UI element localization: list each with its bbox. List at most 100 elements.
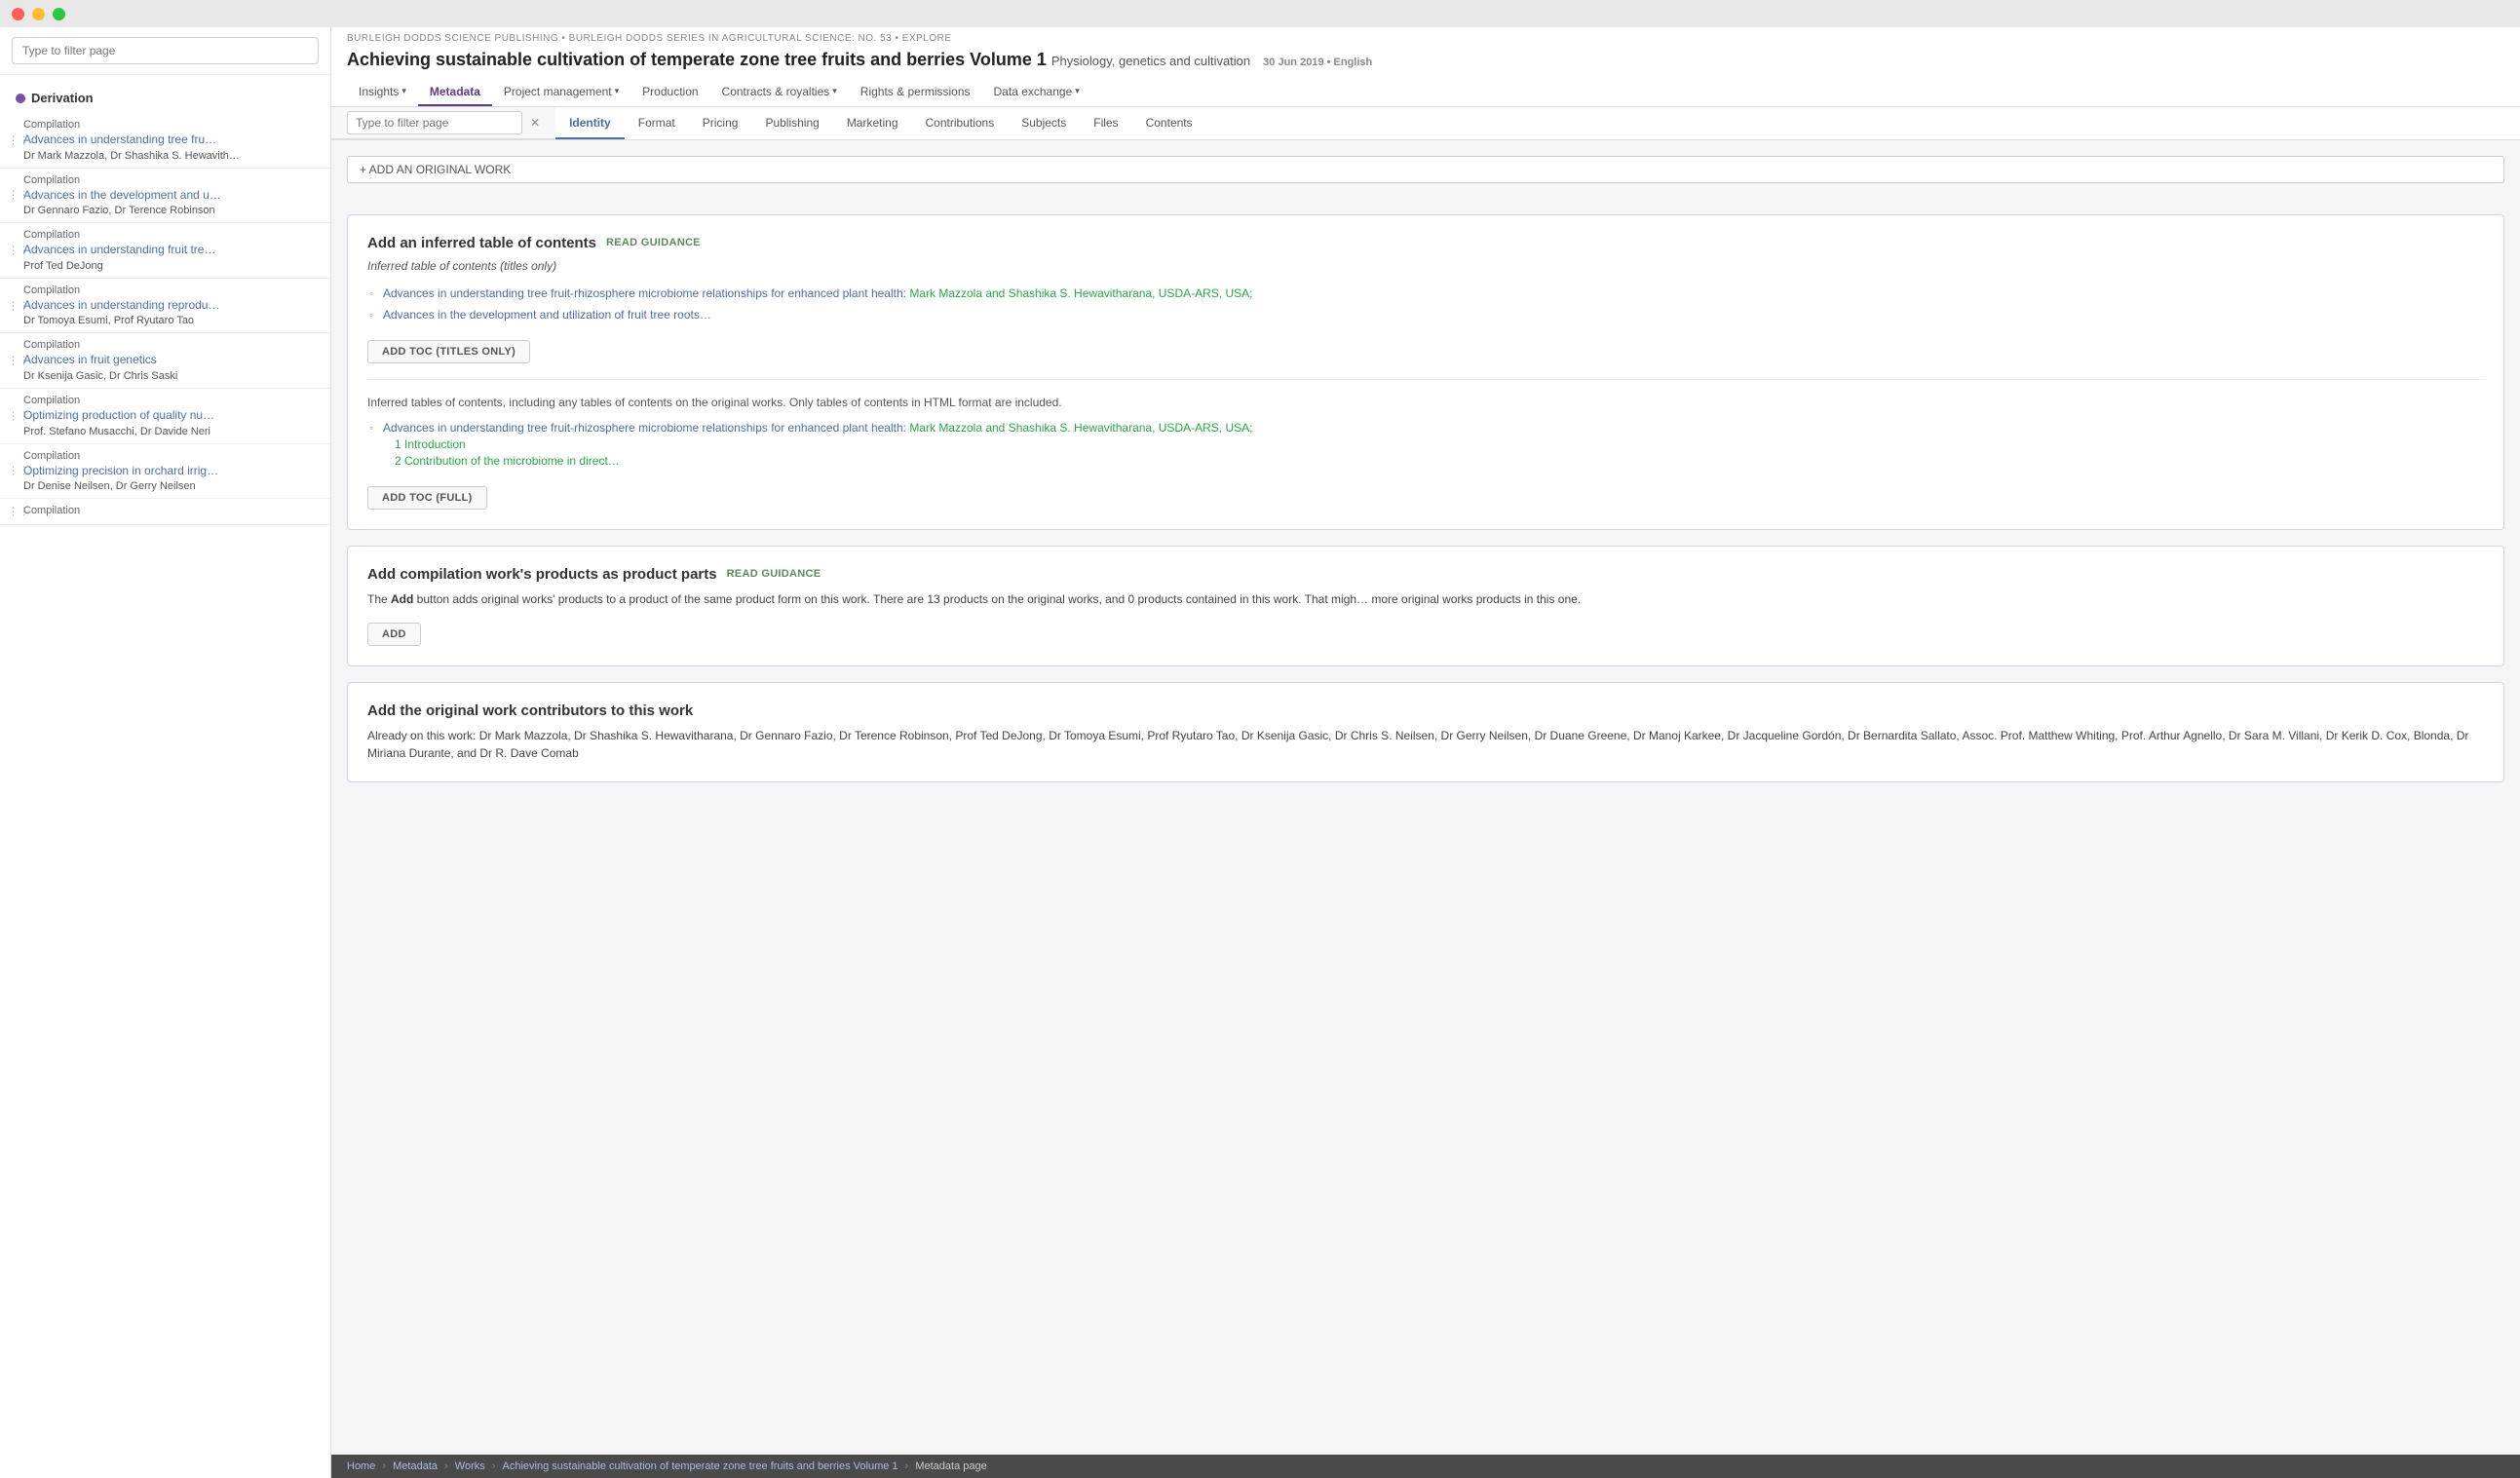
item-type-6: Compilation xyxy=(23,450,315,462)
chevron-down-icon: ▾ xyxy=(401,86,406,96)
read-guidance-btn-2[interactable]: READ GUIDANCE xyxy=(727,568,821,580)
breadcrumb-item-4: Metadata page xyxy=(915,1460,986,1472)
sidebar-item-5[interactable]: ⋮⋮ Compilation Optimizing production of … xyxy=(0,389,330,444)
derivation-label: Derivation xyxy=(31,91,94,105)
item-authors-1: Dr Gennaro Fazio, Dr Terence Robinson xyxy=(23,205,315,216)
main-layout: Derivation ⋮⋮ Compilation Advances in un… xyxy=(0,27,2520,1478)
nav-tab-1-contracts--royalties[interactable]: Contracts & royalties▾ xyxy=(710,79,849,106)
item-authors-6: Dr Denise Neilsen, Dr Gerry Neilsen xyxy=(23,480,315,492)
item-type-3: Compilation xyxy=(23,284,315,296)
contributors-section: Add the original work contributors to th… xyxy=(347,682,2504,782)
inferred-toc-section: Add an inferred table of contents READ G… xyxy=(347,214,2504,530)
nav-tab-1-data-exchange[interactable]: Data exchange▾ xyxy=(982,79,1091,106)
item-type-1: Compilation xyxy=(23,174,315,186)
nav-tab-2-files[interactable]: Files xyxy=(1080,108,1131,139)
item-title-1[interactable]: Advances in the development and u… xyxy=(23,188,315,204)
drag-handle-5: ⋮⋮ xyxy=(8,409,29,422)
publisher-breadcrumb: BURLEIGH DODDS SCIENCE PUBLISHING • BURL… xyxy=(347,27,2504,46)
item-title-5[interactable]: Optimizing production of quality nu… xyxy=(23,408,315,424)
drag-handle-3: ⋮⋮ xyxy=(8,299,29,312)
sidebar-item-1[interactable]: ⋮⋮ Compilation Advances in the developme… xyxy=(0,169,330,224)
nav-tab-2-identity[interactable]: Identity xyxy=(555,108,625,139)
sidebar-items-container: ⋮⋮ Compilation Advances in understanding… xyxy=(0,113,330,525)
nav-tab-1-rights--permissions[interactable]: Rights & permissions xyxy=(849,79,982,106)
toc-full-child-1: 1 Introduction xyxy=(383,436,2484,453)
sidebar-item-7[interactable]: ⋮⋮ Compilation xyxy=(0,499,330,525)
window: Derivation ⋮⋮ Compilation Advances in un… xyxy=(0,0,2520,1478)
drag-handle-1: ⋮⋮ xyxy=(8,189,29,202)
sidebar: Derivation ⋮⋮ Compilation Advances in un… xyxy=(0,27,331,1478)
item-title-2[interactable]: Advances in understanding fruit tre… xyxy=(23,243,315,258)
nav-tabs-1: Insights▾MetadataProject management▾Prod… xyxy=(347,75,2504,106)
inferred-toc-label: Inferred table of contents (titles only) xyxy=(367,259,2484,273)
item-type-7: Compilation xyxy=(23,505,315,516)
filter-and-tabs-row: ✕ IdentityFormatPricingPublishingMarketi… xyxy=(331,107,2520,140)
nav-tab-1-metadata[interactable]: Metadata xyxy=(418,79,492,106)
product-parts-heading: Add compilation work's products as produ… xyxy=(367,566,2484,583)
breadcrumb-separator: › xyxy=(379,1460,389,1472)
breadcrumb-separator: › xyxy=(489,1460,499,1472)
content-area: + ADD AN ORIGINAL WORK Add an inferred t… xyxy=(331,140,2520,1455)
item-title-6[interactable]: Optimizing precision in orchard irrig… xyxy=(23,464,315,479)
item-title-3[interactable]: Advances in understanding reprodu… xyxy=(23,298,315,314)
chevron-down-icon: ▾ xyxy=(1075,86,1080,96)
add-toc-titles-button[interactable]: ADD TOC (TITLES ONLY) xyxy=(367,340,530,363)
add-original-work-label: + ADD AN ORIGINAL WORK xyxy=(360,163,511,176)
toc-titles-item-1: Advances in understanding tree fruit-rhi… xyxy=(367,283,2484,305)
nav-tab-1-project-management[interactable]: Project management▾ xyxy=(492,79,630,106)
toc-full-link-1[interactable]: Advances in understanding tree fruit-rhi… xyxy=(383,421,1252,435)
sidebar-item-2[interactable]: ⋮⋮ Compilation Advances in understanding… xyxy=(0,223,330,279)
inferred-full-label: Inferred tables of contents, including a… xyxy=(367,396,2484,409)
add-toc-full-button[interactable]: ADD TOC (FULL) xyxy=(367,486,487,510)
breadcrumb-link-1[interactable]: Metadata xyxy=(393,1460,438,1472)
book-main-title: Achieving sustainable cultivation of tem… xyxy=(347,50,1047,69)
breadcrumb-link-2[interactable]: Works xyxy=(455,1460,485,1472)
item-type-2: Compilation xyxy=(23,229,315,241)
item-type-4: Compilation xyxy=(23,339,315,351)
maximize-button[interactable] xyxy=(53,8,65,20)
item-type-5: Compilation xyxy=(23,395,315,406)
nav-tab-2-publishing[interactable]: Publishing xyxy=(751,108,832,139)
toc-titles-item-2: Advances in the development and utilizat… xyxy=(367,304,2484,326)
drag-handle-0: ⋮⋮ xyxy=(8,133,29,146)
item-title-0[interactable]: Advances in understanding tree fru… xyxy=(23,133,315,148)
breadcrumb-link-3[interactable]: Achieving sustainable cultivation of tem… xyxy=(503,1460,898,1472)
add-original-work-button[interactable]: + ADD AN ORIGINAL WORK xyxy=(347,156,2504,183)
item-title-4[interactable]: Advances in fruit genetics xyxy=(23,353,315,368)
contributors-body: Already on this work: Dr Mark Mazzola, D… xyxy=(367,727,2484,762)
nav-tab-1-insights[interactable]: Insights▾ xyxy=(347,79,418,106)
nav-tab-2-subjects[interactable]: Subjects xyxy=(1008,108,1080,139)
drag-handle-7: ⋮⋮ xyxy=(8,506,29,518)
sidebar-item-3[interactable]: ⋮⋮ Compilation Advances in understanding… xyxy=(0,279,330,334)
toc-full-child-2: 2 Contribution of the microbiome in dire… xyxy=(383,453,2484,470)
right-panel: BURLEIGH DODDS SCIENCE PUBLISHING • BURL… xyxy=(331,27,2520,1478)
inferred-toc-heading: Add an inferred table of contents READ G… xyxy=(367,235,2484,251)
nav-tab-2-contributions[interactable]: Contributions xyxy=(912,108,1009,139)
nav-tab-2-contents[interactable]: Contents xyxy=(1132,108,1206,139)
filter-clear-button[interactable]: ✕ xyxy=(530,116,540,130)
add-products-button[interactable]: ADD xyxy=(367,623,421,646)
minimize-button[interactable] xyxy=(32,8,45,20)
read-guidance-btn-1[interactable]: READ GUIDANCE xyxy=(606,237,701,248)
item-authors-4: Dr Ksenija Gasic, Dr Chris Saski xyxy=(23,370,315,382)
nav-tab-2-pricing[interactable]: Pricing xyxy=(689,108,752,139)
nav-tab-2-format[interactable]: Format xyxy=(625,108,689,139)
sidebar-item-4[interactable]: ⋮⋮ Compilation Advances in fruit genetic… xyxy=(0,333,330,389)
close-button[interactable] xyxy=(12,8,24,20)
sidebar-item-6[interactable]: ⋮⋮ Compilation Optimizing precision in o… xyxy=(0,444,330,500)
nav-tab-1-production[interactable]: Production xyxy=(630,79,709,106)
titlebar xyxy=(0,0,2520,27)
chevron-down-icon: ▾ xyxy=(832,86,837,96)
nav-tab-2-marketing[interactable]: Marketing xyxy=(833,108,912,139)
product-parts-section: Add compilation work's products as produ… xyxy=(347,546,2504,666)
toc-titles-link-1[interactable]: Advances in understanding tree fruit-rhi… xyxy=(383,286,1252,300)
page-filter-input[interactable] xyxy=(347,111,522,134)
sidebar-item-0[interactable]: ⋮⋮ Compilation Advances in understanding… xyxy=(0,113,330,169)
item-authors-2: Prof Ted DeJong xyxy=(23,260,315,272)
chevron-down-icon: ▾ xyxy=(615,86,620,96)
sidebar-filter-input[interactable] xyxy=(12,37,319,64)
toc-titles-link-2[interactable]: Advances in the development and utilizat… xyxy=(383,308,711,322)
filter-bar: ✕ xyxy=(331,107,555,139)
breadcrumb-link-0[interactable]: Home xyxy=(347,1460,375,1472)
drag-handle-4: ⋮⋮ xyxy=(8,355,29,367)
